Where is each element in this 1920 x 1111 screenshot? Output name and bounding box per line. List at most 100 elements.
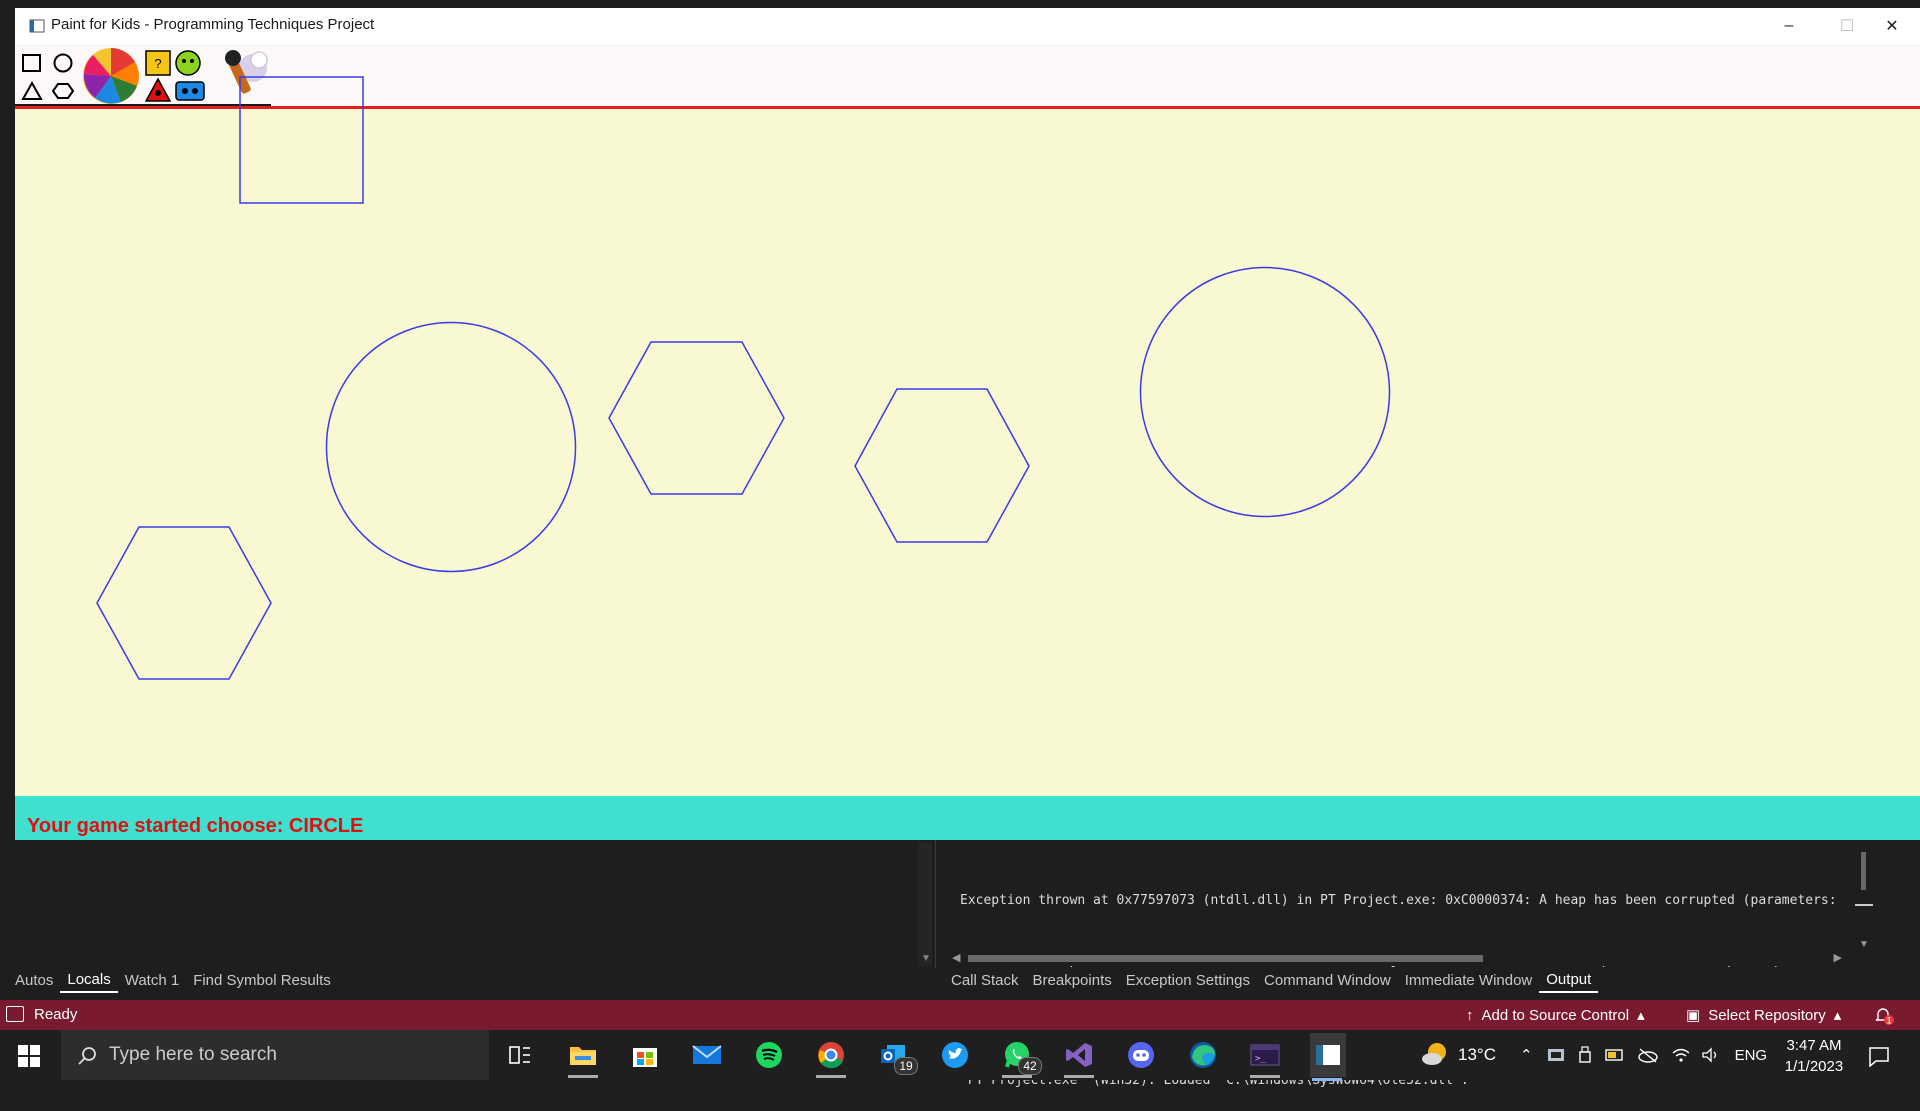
circle-shape[interactable] [1139, 266, 1391, 518]
pick-hidden-mode-icon[interactable] [175, 80, 205, 102]
add-to-source-control-button[interactable]: ↑ Add to Source Control ▴ [1466, 1006, 1645, 1025]
app-icon [29, 19, 45, 33]
chevron-up-icon[interactable]: ⌃ [1520, 1046, 1533, 1064]
input-language[interactable]: ENG [1735, 1047, 1768, 1064]
twitter-icon[interactable] [938, 1039, 972, 1071]
taskbar-search-box[interactable]: Type here to search [61, 1030, 489, 1080]
svg-text:>_: >_ [1255, 1054, 1266, 1064]
repository-icon: ▣ [1686, 1007, 1701, 1024]
tab-call-stack[interactable]: Call Stack [944, 970, 1026, 992]
tab-locals[interactable]: Locals [60, 969, 118, 993]
title-bar[interactable]: Paint for Kids - Programming Techniques … [15, 8, 1920, 44]
caret-up-icon: ▴ [1637, 1007, 1645, 1024]
tab-immediate-window[interactable]: Immediate Window [1398, 970, 1540, 992]
repository-label: Select Repository [1708, 1006, 1826, 1024]
notification-bell-icon[interactable]: 1 [1874, 1005, 1894, 1025]
status-ready: Ready [34, 1006, 78, 1023]
windows-taskbar: Type here to search 19 42 >_ 13°C ⌃ ENG … [0, 1030, 1920, 1081]
shapes-toolbar: ? [15, 44, 1920, 109]
usb-icon[interactable] [1577, 1046, 1593, 1064]
tab-command-window[interactable]: Command Window [1257, 970, 1398, 992]
search-placeholder: Type here to search [109, 1044, 277, 1065]
source-control-label: Add to Source Control [1481, 1006, 1630, 1024]
discord-icon[interactable] [1124, 1039, 1158, 1071]
file-explorer-icon[interactable] [566, 1039, 600, 1078]
volume-icon[interactable] [1701, 1047, 1721, 1063]
close-button[interactable]: ✕ [1864, 8, 1920, 44]
pick-by-shape-mode-icon[interactable]: ? [145, 50, 171, 76]
notification-count: 1 [1886, 1016, 1891, 1026]
defender-icon[interactable] [1547, 1047, 1565, 1063]
output-vertical-scrollbar[interactable]: ▼ [1855, 842, 1873, 950]
scrollbar-thumb[interactable] [968, 955, 1483, 962]
mail-icon[interactable] [690, 1039, 724, 1071]
scroll-down-arrow-icon[interactable]: ▼ [1859, 939, 1869, 950]
scrollbar-thumb[interactable] [1861, 852, 1866, 890]
running-indicator [1002, 1075, 1032, 1078]
scroll-down-arrow-icon[interactable]: ▼ [921, 953, 931, 964]
tab-breakpoints[interactable]: Breakpoints [1026, 970, 1119, 992]
tab-autos[interactable]: Autos [8, 970, 60, 992]
rectangle-tool-icon[interactable] [21, 52, 43, 74]
onedrive-off-icon[interactable] [1637, 1047, 1659, 1063]
scroll-right-arrow-icon[interactable]: ▶ [1834, 951, 1842, 964]
caret-up-icon: ▴ [1833, 1007, 1842, 1024]
output-line: Exception thrown at 0x77597073 (ntdll.dl… [960, 893, 1837, 908]
clock[interactable]: 3:47 AM 1/1/2023 [1774, 1035, 1854, 1077]
task-view-icon[interactable] [503, 1039, 537, 1071]
output-window-icon [6, 1006, 24, 1022]
pick-by-color-mode-icon[interactable] [175, 50, 201, 76]
clock-date: 1/1/2023 [1784, 1058, 1844, 1075]
whatsapp-icon[interactable]: 42 [1000, 1039, 1042, 1078]
tab-find-symbol-results[interactable]: Find Symbol Results [186, 970, 338, 992]
spotify-icon[interactable] [752, 1039, 786, 1071]
whatsapp-badge: 42 [1018, 1057, 1042, 1075]
tab-watch-1[interactable]: Watch 1 [118, 970, 186, 992]
microsoft-store-icon[interactable] [628, 1039, 662, 1071]
minimize-button[interactable]: – [1761, 8, 1817, 44]
scrollbar-marker [1855, 904, 1873, 906]
search-icon [78, 1047, 96, 1065]
app-status-bar: Your game started choose: CIRCLE [15, 796, 1920, 840]
triangle-tool-icon[interactable] [21, 80, 43, 102]
hexagon-shape[interactable] [96, 526, 272, 680]
window-title: Paint for Kids - Programming Techniques … [51, 16, 375, 33]
scroll-left-arrow-icon[interactable]: ◀ [952, 951, 960, 964]
outlook-icon[interactable]: 19 [876, 1039, 918, 1075]
battery-warning-icon[interactable] [1604, 1047, 1625, 1063]
notification-center-icon[interactable] [1868, 1045, 1890, 1067]
circle-shape[interactable] [325, 321, 577, 573]
outlook-badge: 19 [894, 1057, 918, 1075]
windows-logo-icon [18, 1045, 28, 1055]
drawing-canvas[interactable] [15, 109, 1920, 796]
hexagon-tool-icon[interactable] [52, 80, 74, 102]
exit-tool-icon[interactable] [219, 46, 275, 100]
tab-output[interactable]: Output [1539, 969, 1599, 993]
running-indicator [816, 1075, 846, 1078]
circle-tool-icon[interactable] [52, 52, 74, 74]
status-message: Your game started choose: CIRCLE [27, 815, 364, 837]
locals-vertical-scrollbar[interactable]: ▼ [918, 842, 932, 966]
chrome-icon[interactable] [814, 1039, 848, 1078]
wifi-icon[interactable] [1671, 1047, 1691, 1063]
visual-studio-icon[interactable] [1062, 1039, 1096, 1078]
terminal-icon[interactable]: >_ [1248, 1039, 1282, 1078]
tab-exception-settings[interactable]: Exception Settings [1119, 970, 1257, 992]
hexagon-shape[interactable] [608, 341, 785, 495]
start-button[interactable] [18, 1045, 40, 1067]
locals-pane[interactable] [0, 840, 936, 968]
color-palette-icon[interactable] [81, 46, 141, 106]
hexagon-shape[interactable] [854, 388, 1030, 543]
vs-status-bar: Ready ↑ Add to Source Control ▴ ▣ Select… [0, 1000, 1920, 1030]
output-horizontal-scrollbar[interactable]: ◀ ▶ [948, 950, 1848, 966]
select-repository-button[interactable]: ▣ Select Repository ▴ [1686, 1006, 1842, 1025]
paint-app-window: Paint for Kids - Programming Techniques … [15, 8, 1920, 840]
clock-time: 3:47 AM [1786, 1037, 1842, 1054]
weather-widget[interactable]: 13°C [1420, 1030, 1496, 1080]
paint-for-kids-taskbar-button[interactable] [1310, 1033, 1346, 1081]
pick-by-both-mode-icon[interactable] [145, 78, 171, 102]
debug-tabs-right: Call Stack Breakpoints Exception Setting… [944, 968, 1599, 994]
rectangle-shape[interactable] [239, 109, 364, 204]
edge-icon[interactable] [1186, 1039, 1220, 1071]
system-tray-icons: ⌃ ENG [1520, 1030, 1767, 1080]
